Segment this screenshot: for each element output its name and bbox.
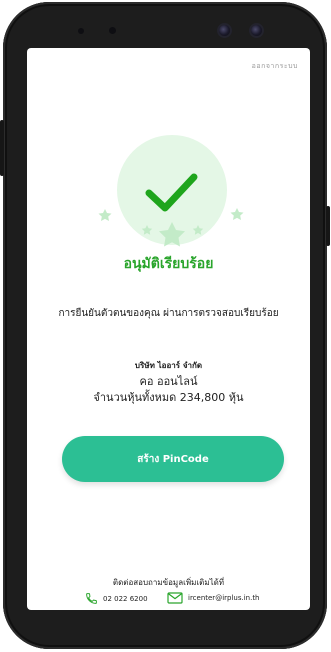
- contact-email[interactable]: ircenter@irplus.in.th: [167, 592, 260, 604]
- company-name: บริษัท ไออาร์ จำกัด: [134, 361, 203, 370]
- phone-icon: [86, 593, 97, 604]
- power-button: [326, 206, 330, 246]
- volume-button: [0, 120, 4, 176]
- iris-scanner: [251, 25, 262, 36]
- speaker-dot: [78, 28, 84, 34]
- status-description: การยืนยันตัวตนของคุณ ผ่านการตรวจสอบเรียบ…: [58, 308, 279, 319]
- mail-icon: [167, 592, 183, 604]
- create-pincode-button[interactable]: สร้าง PinCode: [62, 436, 284, 482]
- status-title: อนุมัติเรียบร้อย: [123, 256, 214, 272]
- share-count: จำนวนหุ้นทั้งหมด 234,800 หุ้น: [93, 391, 244, 404]
- front-camera: [219, 25, 230, 36]
- approved-illustration: [98, 135, 244, 247]
- email-address: ircenter@irplus.in.th: [188, 594, 260, 602]
- sensor-dot: [109, 27, 116, 34]
- contact-phone[interactable]: 02 022 6200: [85, 592, 148, 605]
- app-screen: ออกจากระบบ อนุมัติเรียบร้อย การยืนยันตัว…: [27, 48, 310, 610]
- phone-frame: ออกจากระบบ อนุมัติเรียบร้อย การยืนยันตัว…: [0, 2, 330, 649]
- contact-title: ติดต่อสอบถามข้อมูลเพิ่มเติมได้ที่: [112, 578, 225, 587]
- phone-number: 02 022 6200: [103, 594, 148, 603]
